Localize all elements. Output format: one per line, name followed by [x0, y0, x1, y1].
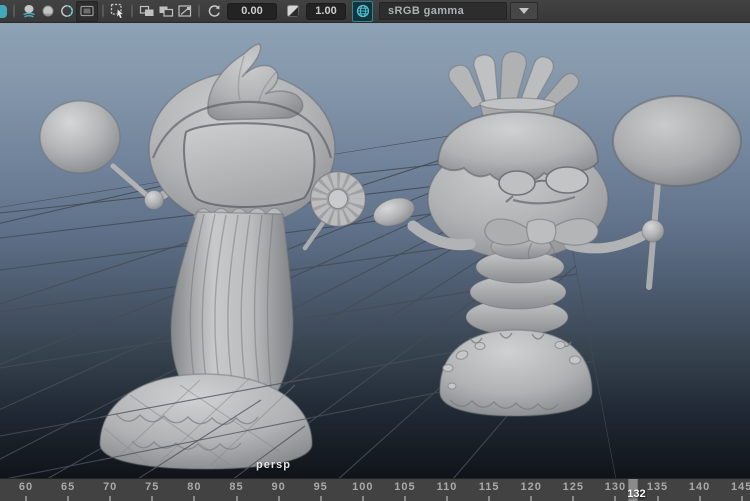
- timeline-tick-mark: [572, 496, 574, 501]
- exposure-input[interactable]: [227, 3, 277, 20]
- view-transform-dropdown[interactable]: sRGB gamma: [379, 2, 507, 20]
- timeline-tick-label: 130: [605, 481, 626, 493]
- timeline-tick-mark: [657, 496, 659, 501]
- timeline-tick-label: 70: [103, 481, 117, 493]
- timeline-tick-label: 145: [731, 481, 750, 493]
- timeline-tick-label: 65: [61, 481, 75, 493]
- shaded-sphere-icon[interactable]: [38, 2, 57, 21]
- toolbar-separator: [131, 4, 133, 19]
- timeline-tick-label: 125: [563, 481, 584, 493]
- timeline-tick-label: 140: [689, 481, 710, 493]
- timeline-tick-mark: [446, 496, 448, 501]
- timeline-tick-mark: [741, 496, 743, 501]
- contrast-icon[interactable]: [283, 2, 302, 21]
- current-frame-label: 132: [627, 488, 645, 500]
- timeline-tick-mark: [25, 496, 27, 501]
- timeline-tick-label: 60: [19, 481, 33, 493]
- viewport-toolbar: sRGB gamma: [0, 0, 750, 23]
- timeline-tick-label: 110: [437, 481, 458, 493]
- timeline-tick-label: 115: [479, 481, 500, 493]
- exposure-cycle-icon[interactable]: [204, 2, 223, 21]
- view-transform-arrow-button[interactable]: [510, 2, 538, 20]
- timeline-tick-mark: [362, 496, 364, 501]
- timeline-tick-label: 80: [187, 481, 201, 493]
- camera-label: persp: [256, 459, 291, 471]
- timeline-tick-mark: [614, 496, 616, 501]
- timeline-tick-mark: [488, 496, 490, 501]
- timeline-tick-label: 75: [145, 481, 159, 493]
- timeline-tick-label: 105: [394, 481, 415, 493]
- render-region-icon[interactable]: [175, 2, 194, 21]
- overlap-rects-icon[interactable]: [137, 2, 156, 21]
- timeline-tick-label: 135: [647, 481, 668, 493]
- toolbar-separator: [198, 4, 200, 19]
- overlap-rects-filled-icon[interactable]: [156, 2, 175, 21]
- viewport-3d[interactable]: [0, 23, 750, 478]
- timeline-tick-mark: [530, 496, 532, 501]
- timeline-tick-mark: [699, 496, 701, 501]
- timeline-tick-mark: [236, 496, 238, 501]
- timeline-tick-mark: [404, 496, 406, 501]
- timeline-tick-mark: [151, 496, 153, 501]
- timeline-tick-label: 100: [352, 481, 373, 493]
- toolbar-separator: [13, 4, 15, 19]
- isolate-select-icon[interactable]: [108, 2, 127, 21]
- toolbar-separator: [102, 4, 104, 19]
- lighting-icon[interactable]: [19, 2, 38, 21]
- timeline-tick-label: 120: [521, 481, 542, 493]
- timeline-tick-label: 95: [314, 481, 328, 493]
- wireframe-on-shaded-icon[interactable]: [57, 2, 76, 21]
- view-transform-label: sRGB gamma: [388, 5, 464, 17]
- timeline-tick-mark: [109, 496, 111, 501]
- gamma-input[interactable]: [306, 3, 346, 20]
- chevron-down-icon: [519, 8, 529, 14]
- clipped-teal-icon[interactable]: [0, 2, 9, 21]
- textured-mode-icon[interactable]: [76, 1, 98, 22]
- timeline-tick-mark: [193, 496, 195, 501]
- timeline-tick-label: 85: [229, 481, 243, 493]
- timeline-tick-label: 90: [271, 481, 285, 493]
- view-transform-globe-icon[interactable]: [352, 1, 373, 22]
- timeline-tick-mark: [320, 496, 322, 501]
- timeline-tick-mark: [278, 496, 280, 501]
- time-slider[interactable]: 132 60 65 70 75 80 85 90 95 100 105 110 115 120 125 13…: [0, 478, 750, 501]
- timeline-tick-mark: [67, 496, 69, 501]
